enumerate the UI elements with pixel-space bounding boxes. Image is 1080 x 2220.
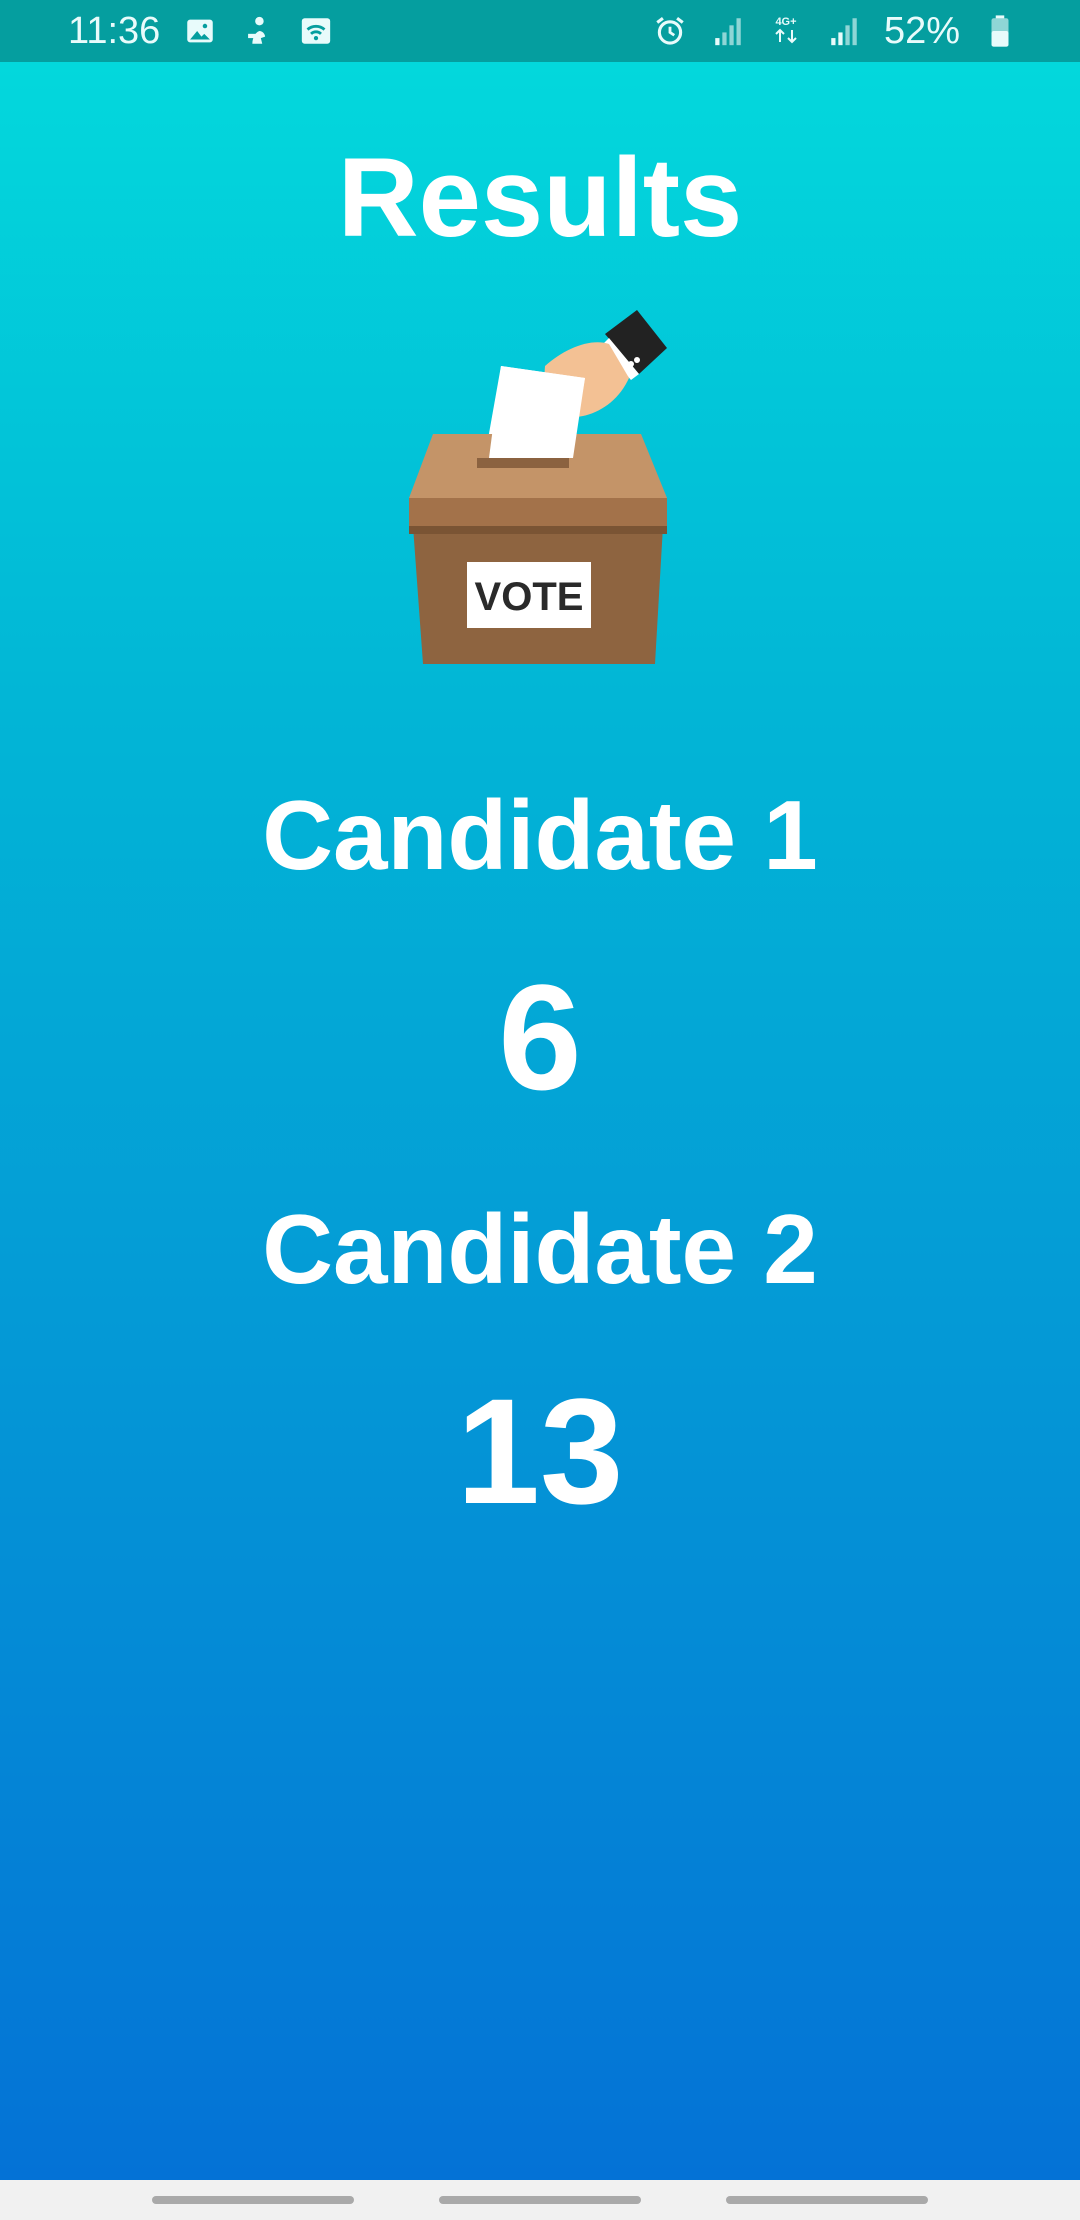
person-notification-icon: [240, 13, 276, 49]
wifi-hotspot-icon: [298, 13, 334, 49]
status-bar-right: 4G+ 52%: [652, 10, 1018, 53]
gesture-nav-bar[interactable]: [0, 2180, 1080, 2220]
battery-icon: [982, 13, 1018, 49]
page-title: Results: [337, 135, 743, 260]
nav-recents-handle[interactable]: [152, 2196, 355, 2204]
signal-icon: [826, 13, 862, 49]
gallery-icon: [182, 13, 218, 49]
nav-home-handle[interactable]: [438, 2196, 641, 2204]
status-bar: 11:36 4G+ 52%: [0, 0, 1080, 62]
vote-label-text: VOTE: [475, 575, 584, 619]
nav-back-handle[interactable]: [725, 2196, 928, 2204]
candidate-2-name: Candidate 2: [262, 1194, 818, 1304]
battery-percentage: 52%: [883, 9, 960, 52]
clock: 11:36: [68, 9, 161, 52]
network-4g-icon: 4G+: [768, 13, 804, 49]
alarm-icon: [652, 13, 688, 49]
candidate-1-votes: 6: [498, 953, 582, 1121]
network-type-label: 4G+: [775, 16, 796, 28]
signal-icon: [710, 13, 746, 49]
candidate-1-name: Candidate 1: [262, 780, 818, 890]
candidate-2-votes: 13: [456, 1367, 624, 1535]
results-screen: Results VOTE Candidate 1 6 Candidate 2 1…: [0, 62, 1080, 2180]
status-bar-left: 11:36: [68, 10, 334, 53]
ballot-box-illustration: VOTE: [409, 310, 667, 664]
